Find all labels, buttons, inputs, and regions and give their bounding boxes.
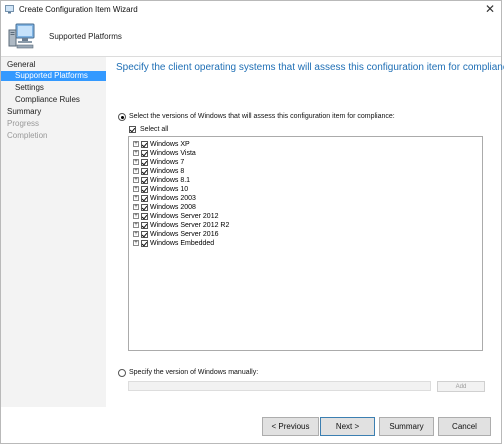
select-all-label: Select all	[140, 126, 169, 133]
radio-select-versions-label: Select the versions of Windows that will…	[129, 113, 395, 120]
window-title: Create Configuration Item Wizard	[19, 5, 138, 14]
checkbox[interactable]	[141, 150, 148, 157]
expand-icon[interactable]: +	[133, 195, 139, 201]
summary-button[interactable]: Summary	[379, 417, 434, 436]
page-heading: Specify the client operating systems tha…	[116, 62, 504, 73]
next-button[interactable]: Next >	[320, 417, 375, 436]
expand-icon[interactable]: +	[133, 159, 139, 165]
tree-item-label: Windows 10	[150, 186, 189, 193]
checkbox[interactable]	[141, 168, 148, 175]
checkbox[interactable]	[141, 240, 148, 247]
checkbox[interactable]	[141, 177, 148, 184]
tree-item-label: Windows Server 2016	[150, 231, 219, 238]
wizard-header: Supported Platforms	[1, 19, 501, 56]
nav-item-summary: Summary	[7, 107, 42, 116]
title-bar[interactable]: Create Configuration Item Wizard ✕	[1, 1, 501, 19]
wizard-nav: General Supported Platforms Settings Com…	[1, 57, 106, 407]
tree-item-label: Windows 8.1	[150, 177, 191, 184]
tree-item-label: Windows Embedded	[150, 240, 215, 247]
expand-icon[interactable]: +	[133, 222, 139, 228]
checkbox[interactable]	[141, 159, 148, 166]
wizard-window: Create Configuration Item Wizard ✕ Suppo…	[0, 0, 504, 444]
checkbox[interactable]	[141, 213, 148, 220]
page-subtitle: Supported Platforms	[49, 32, 122, 41]
previous-button[interactable]: < Previous	[262, 417, 319, 436]
nav-item-completion: Completion	[7, 131, 48, 140]
radio-manual-version-label: Specify the version of Windows manually:	[129, 369, 259, 376]
expand-icon[interactable]: +	[133, 168, 139, 174]
radio-manual-version[interactable]	[118, 369, 126, 377]
expand-icon[interactable]: +	[133, 204, 139, 210]
close-icon[interactable]: ✕	[485, 3, 495, 15]
tree-item-label: Windows Server 2012 R2	[150, 222, 230, 229]
tree-item-label: Windows 7	[150, 159, 185, 166]
select-all-checkbox[interactable]	[129, 126, 136, 133]
checkbox[interactable]	[141, 222, 148, 229]
app-icon	[5, 5, 14, 14]
nav-item-general: General	[7, 60, 36, 69]
checkbox[interactable]	[141, 141, 148, 148]
tree-item-label: Windows 2008	[150, 204, 196, 211]
expand-icon[interactable]: +	[133, 177, 139, 183]
computer-monitor-icon	[8, 23, 35, 49]
expand-icon[interactable]: +	[133, 231, 139, 237]
expand-icon[interactable]: +	[133, 150, 139, 156]
os-version-tree[interactable]: + Windows XP + Windows Vista + Windows 7 + W…	[128, 136, 483, 351]
expand-icon[interactable]: +	[133, 240, 139, 246]
tree-item-label: Windows Server 2012	[150, 213, 219, 220]
checkbox[interactable]	[141, 231, 148, 238]
tree-item-label: Windows 8	[150, 168, 185, 175]
tree-item-label: Windows Vista	[150, 150, 196, 157]
tree-item-label: Windows XP	[150, 141, 190, 148]
cancel-button[interactable]: Cancel	[438, 417, 491, 436]
tree-item-label: Windows 2003	[150, 195, 196, 202]
checkbox[interactable]	[141, 195, 148, 202]
nav-item-compliance-rules: Compliance Rules	[15, 95, 80, 104]
nav-item-progress: Progress	[7, 119, 40, 128]
expand-icon[interactable]: +	[133, 141, 139, 147]
manual-version-input[interactable]	[128, 381, 431, 391]
checkbox[interactable]	[141, 204, 148, 211]
checkbox[interactable]	[141, 186, 148, 193]
expand-icon[interactable]: +	[133, 186, 139, 192]
radio-select-versions[interactable]	[118, 113, 126, 121]
nav-item-supported-platforms: Supported Platforms	[1, 71, 106, 81]
nav-item-settings: Settings	[15, 83, 44, 92]
add-button[interactable]: Add	[437, 381, 485, 392]
expand-icon[interactable]: +	[133, 213, 139, 219]
